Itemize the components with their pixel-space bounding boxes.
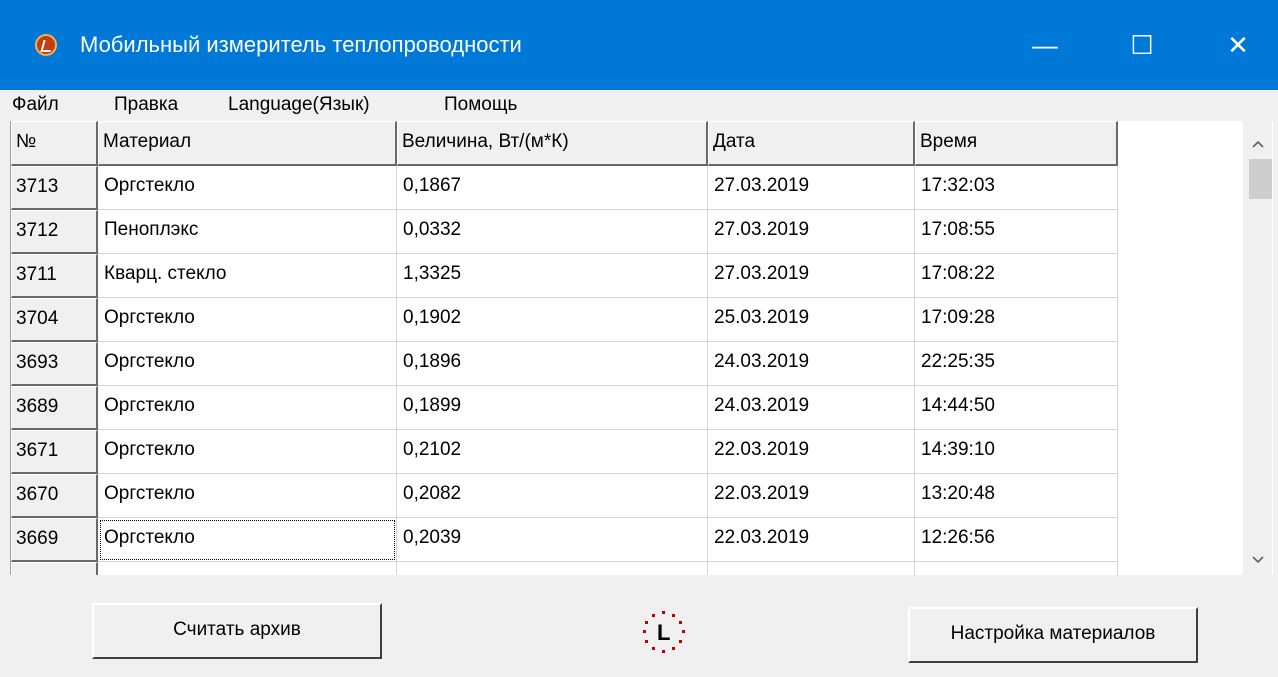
row-number-cell[interactable]: 3689 [11, 386, 98, 430]
table-row[interactable]: 3704 Оргстекло 0,1902 25.03.2019 17:09:28 [11, 298, 1118, 342]
col-date-cell[interactable]: 27.03.2019 [708, 254, 915, 298]
col-time-cell[interactable]: 14:44:50 [915, 386, 1118, 430]
row-number-cell[interactable]: 3670 [11, 474, 98, 518]
title-bar[interactable]: Мобильный измеритель теплопроводности — … [0, 0, 1278, 90]
col-value-cell[interactable]: 0,0332 [397, 210, 708, 254]
window-title: Мобильный измеритель теплопроводности [80, 32, 522, 57]
menu-help[interactable]: Помощь [444, 90, 517, 120]
row-number-cell[interactable]: 3693 [11, 342, 98, 386]
table-row[interactable]: 3713 Оргстекло 0,1867 27.03.2019 17:32:03 [11, 166, 1118, 210]
col-material-cell[interactable] [98, 562, 397, 575]
table-row[interactable]: 3711 Кварц. стекло 1,3325 27.03.2019 17:08:2… [11, 254, 1118, 298]
col-date-cell[interactable]: 22.03.2019 [708, 518, 915, 562]
col-material-cell[interactable]: Оргстекло [98, 342, 397, 386]
row-number-cell[interactable]: 3669 [11, 518, 98, 562]
vertical-scrollbar[interactable] [1243, 121, 1272, 575]
table-row[interactable]: 3670 Оргстекло 0,2082 22.03.2019 13:20:48 [11, 474, 1118, 518]
col-date-cell[interactable] [708, 562, 915, 575]
col-material-cell[interactable]: Оргстекло [98, 386, 397, 430]
col-material-cell[interactable]: Пеноплэкс [98, 210, 397, 254]
table-row[interactable]: 3689 Оргстекло 0,1899 24.03.2019 14:44:50 [11, 386, 1118, 430]
col-material-cell[interactable]: Оргстекло [98, 430, 397, 474]
col-time-cell[interactable]: 17:08:55 [915, 210, 1118, 254]
col-value-cell[interactable]: 0,2039 [397, 518, 708, 562]
maximize-button[interactable]: ☐ [1112, 18, 1172, 72]
table-row[interactable] [11, 562, 1118, 575]
col-time-cell[interactable]: 12:26:56 [915, 518, 1118, 562]
chevron-down-icon[interactable] [1243, 545, 1272, 575]
col-time-cell[interactable] [915, 562, 1118, 575]
col-time-cell[interactable]: 17:32:03 [915, 166, 1118, 210]
header-col-value[interactable]: Величина, Вт/(м*К) [397, 121, 708, 166]
material-settings-button[interactable]: Настройка материалов [908, 607, 1198, 663]
header-col-date[interactable]: Дата [708, 121, 915, 166]
col-time-cell[interactable]: 13:20:48 [915, 474, 1118, 518]
col-time-cell[interactable]: 14:39:10 [915, 430, 1118, 474]
col-material-cell[interactable]: Кварц. стекло [98, 254, 397, 298]
col-value-cell[interactable]: 1,3325 [397, 254, 708, 298]
read-archive-button[interactable]: Считать архив [92, 603, 382, 659]
menu-bar: Файл Правка Language(Язык) Помощь [0, 90, 1278, 120]
col-value-cell[interactable] [397, 562, 708, 575]
col-time-cell[interactable]: 17:09:28 [915, 298, 1118, 342]
col-value-cell[interactable]: 0,1867 [397, 166, 708, 210]
clock-hands: L [657, 620, 670, 645]
row-number-cell[interactable]: 3713 [11, 166, 98, 210]
col-value-cell[interactable]: 0,1902 [397, 298, 708, 342]
scroll-thumb[interactable] [1249, 159, 1272, 199]
col-date-cell[interactable]: 27.03.2019 [708, 210, 915, 254]
minimize-button[interactable]: — [1015, 18, 1075, 72]
header-col-time[interactable]: Время [915, 121, 1118, 166]
row-number-cell[interactable]: 3704 [11, 298, 98, 342]
table-row[interactable]: 3671 Оргстекло 0,2102 22.03.2019 14:39:10 [11, 430, 1118, 474]
table-row[interactable]: 3693 Оргстекло 0,1896 24.03.2019 22:25:35 [11, 342, 1118, 386]
col-date-cell[interactable]: 24.03.2019 [708, 386, 915, 430]
col-time-cell[interactable]: 17:08:22 [915, 254, 1118, 298]
close-button[interactable]: ✕ [1208, 18, 1268, 72]
archive-table[interactable]: № Материал Величина, Вт/(м*К) Дата Время 3713… [10, 121, 1273, 575]
col-time-cell[interactable]: 22:25:35 [915, 342, 1118, 386]
col-material-cell[interactable]: Оргстекло [98, 518, 397, 562]
col-date-cell[interactable]: 27.03.2019 [708, 166, 915, 210]
menu-edit[interactable]: Правка [114, 90, 178, 120]
col-value-cell[interactable]: 0,2102 [397, 430, 708, 474]
col-material-cell[interactable]: Оргстекло [98, 166, 397, 210]
col-value-cell[interactable]: 0,1896 [397, 342, 708, 386]
header-col-number[interactable]: № [11, 121, 98, 166]
bottom-panel: Считать архив L Настройка материалов [0, 575, 1278, 677]
col-date-cell[interactable]: 24.03.2019 [708, 342, 915, 386]
header-col-material[interactable]: Материал [98, 121, 397, 166]
col-date-cell[interactable]: 22.03.2019 [708, 474, 915, 518]
clock-icon: L [641, 609, 687, 655]
row-number-cell[interactable]: 3712 [11, 210, 98, 254]
table-row[interactable]: 3712 Пеноплэкс 0,0332 27.03.2019 17:08:55 [11, 210, 1118, 254]
col-material-cell[interactable]: Оргстекло [98, 474, 397, 518]
col-date-cell[interactable]: 22.03.2019 [708, 430, 915, 474]
row-number-cell[interactable]: 3671 [11, 430, 98, 474]
col-value-cell[interactable]: 0,2082 [397, 474, 708, 518]
row-number-cell[interactable]: 3711 [11, 254, 98, 298]
menu-file[interactable]: Файл [12, 90, 59, 120]
menu-language[interactable]: Language(Язык) [228, 90, 370, 120]
col-material-cell[interactable]: Оргстекло [98, 298, 397, 342]
table-row[interactable]: 3669 Оргстекло 0,2039 22.03.2019 12:26:56 [11, 518, 1118, 562]
app-icon[interactable] [35, 34, 57, 56]
chevron-up-icon[interactable] [1243, 129, 1272, 159]
row-number-cell[interactable] [11, 562, 98, 575]
col-date-cell[interactable]: 25.03.2019 [708, 298, 915, 342]
col-value-cell[interactable]: 0,1899 [397, 386, 708, 430]
